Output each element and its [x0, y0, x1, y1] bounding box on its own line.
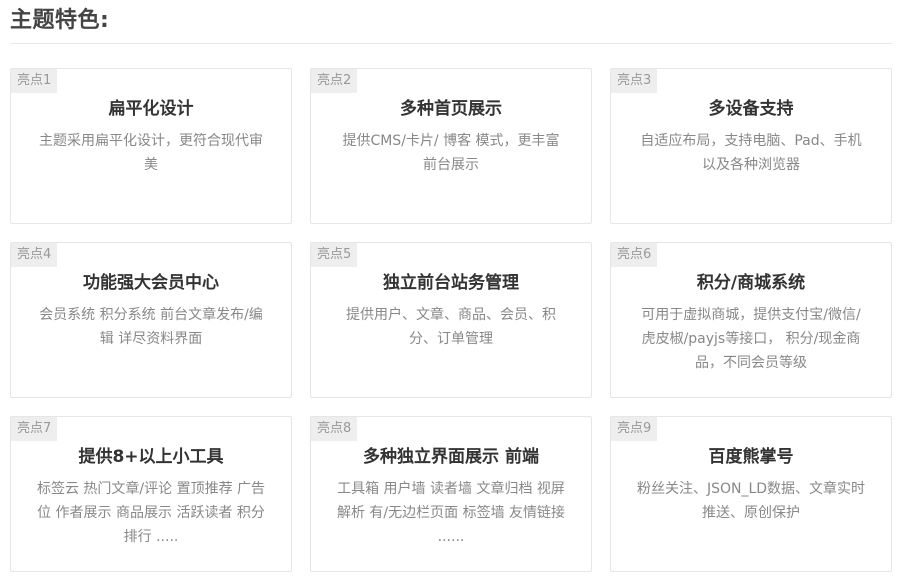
feature-badge: 亮点6 — [611, 243, 658, 267]
feature-title: 积分/商城系统 — [696, 273, 806, 293]
feature-card-5[interactable]: 亮点5 独立前台站务管理 提供用户、文章、商品、会员、积分、订单管理 — [310, 242, 592, 398]
section-title: 主题特色: — [10, 8, 110, 33]
feature-card-3[interactable]: 亮点3 多设备支持 自适应布局，支持电脑、Pad、手机以及各种浏览器 — [610, 68, 892, 224]
feature-title: 多种独立界面展示 前端 — [363, 447, 539, 467]
feature-title: 独立前台站务管理 — [383, 273, 519, 293]
feature-badge: 亮点8 — [311, 417, 358, 441]
feature-badge: 亮点5 — [311, 243, 358, 267]
section-divider — [10, 43, 892, 44]
feature-badge: 亮点7 — [11, 417, 58, 441]
feature-badge: 亮点9 — [611, 417, 658, 441]
feature-badge: 亮点4 — [11, 243, 58, 267]
feature-description: 自适应布局，支持电脑、Pad、手机以及各种浏览器 — [640, 133, 862, 173]
feature-card-7[interactable]: 亮点7 提供8+以上小工具 标签云 热门文章/评论 置顶推荐 广告位 作者展示 … — [10, 416, 292, 572]
feature-grid: 亮点1 扁平化设计 主题采用扁平化设计，更符合现代审美 亮点2 多种首页展示 提… — [10, 68, 892, 572]
feature-title: 扁平化设计 — [108, 99, 194, 119]
feature-card-4[interactable]: 亮点4 功能强大会员中心 会员系统 积分系统 前台文章发布/编辑 详尽资料界面 — [10, 242, 292, 398]
feature-title: 功能强大会员中心 — [83, 273, 219, 293]
feature-description: 粉丝关注、JSON_LD数据、文章实时推送、原创保护 — [636, 481, 866, 521]
feature-description: 提供用户、文章、商品、会员、积分、订单管理 — [346, 307, 556, 347]
feature-description: 提供CMS/卡片/ 博客 模式，更丰富前台展示 — [342, 133, 560, 173]
feature-title: 百度熊掌号 — [708, 447, 794, 467]
feature-title: 多种首页展示 — [400, 99, 502, 119]
feature-description: 工具箱 用户墙 读者墙 文章归档 视屏解析 有/无边栏页面 标签墙 友情链接 .… — [336, 481, 566, 545]
feature-description: 主题采用扁平化设计，更符合现代审美 — [39, 133, 263, 173]
feature-card-9[interactable]: 亮点9 百度熊掌号 粉丝关注、JSON_LD数据、文章实时推送、原创保护 — [610, 416, 892, 572]
feature-card-2[interactable]: 亮点2 多种首页展示 提供CMS/卡片/ 博客 模式，更丰富前台展示 — [310, 68, 592, 224]
feature-card-6[interactable]: 亮点6 积分/商城系统 可用于虚拟商城，提供支付宝/微信/虎皮椒/payjs等接… — [610, 242, 892, 398]
feature-description: 标签云 热门文章/评论 置顶推荐 广告位 作者展示 商品展示 活跃读者 积分排行… — [36, 481, 266, 545]
feature-card-1[interactable]: 亮点1 扁平化设计 主题采用扁平化设计，更符合现代审美 — [10, 68, 292, 224]
feature-card-8[interactable]: 亮点8 多种独立界面展示 前端 工具箱 用户墙 读者墙 文章归档 视屏解析 有/… — [310, 416, 592, 572]
feature-badge: 亮点3 — [611, 69, 658, 93]
feature-badge: 亮点2 — [311, 69, 358, 93]
feature-description: 可用于虚拟商城，提供支付宝/微信/虎皮椒/payjs等接口， 积分/现金商品，不… — [641, 307, 861, 371]
feature-description: 会员系统 积分系统 前台文章发布/编辑 详尽资料界面 — [39, 307, 263, 347]
feature-title: 提供8+以上小工具 — [78, 447, 224, 467]
feature-title: 多设备支持 — [708, 99, 794, 119]
feature-badge: 亮点1 — [11, 69, 58, 93]
